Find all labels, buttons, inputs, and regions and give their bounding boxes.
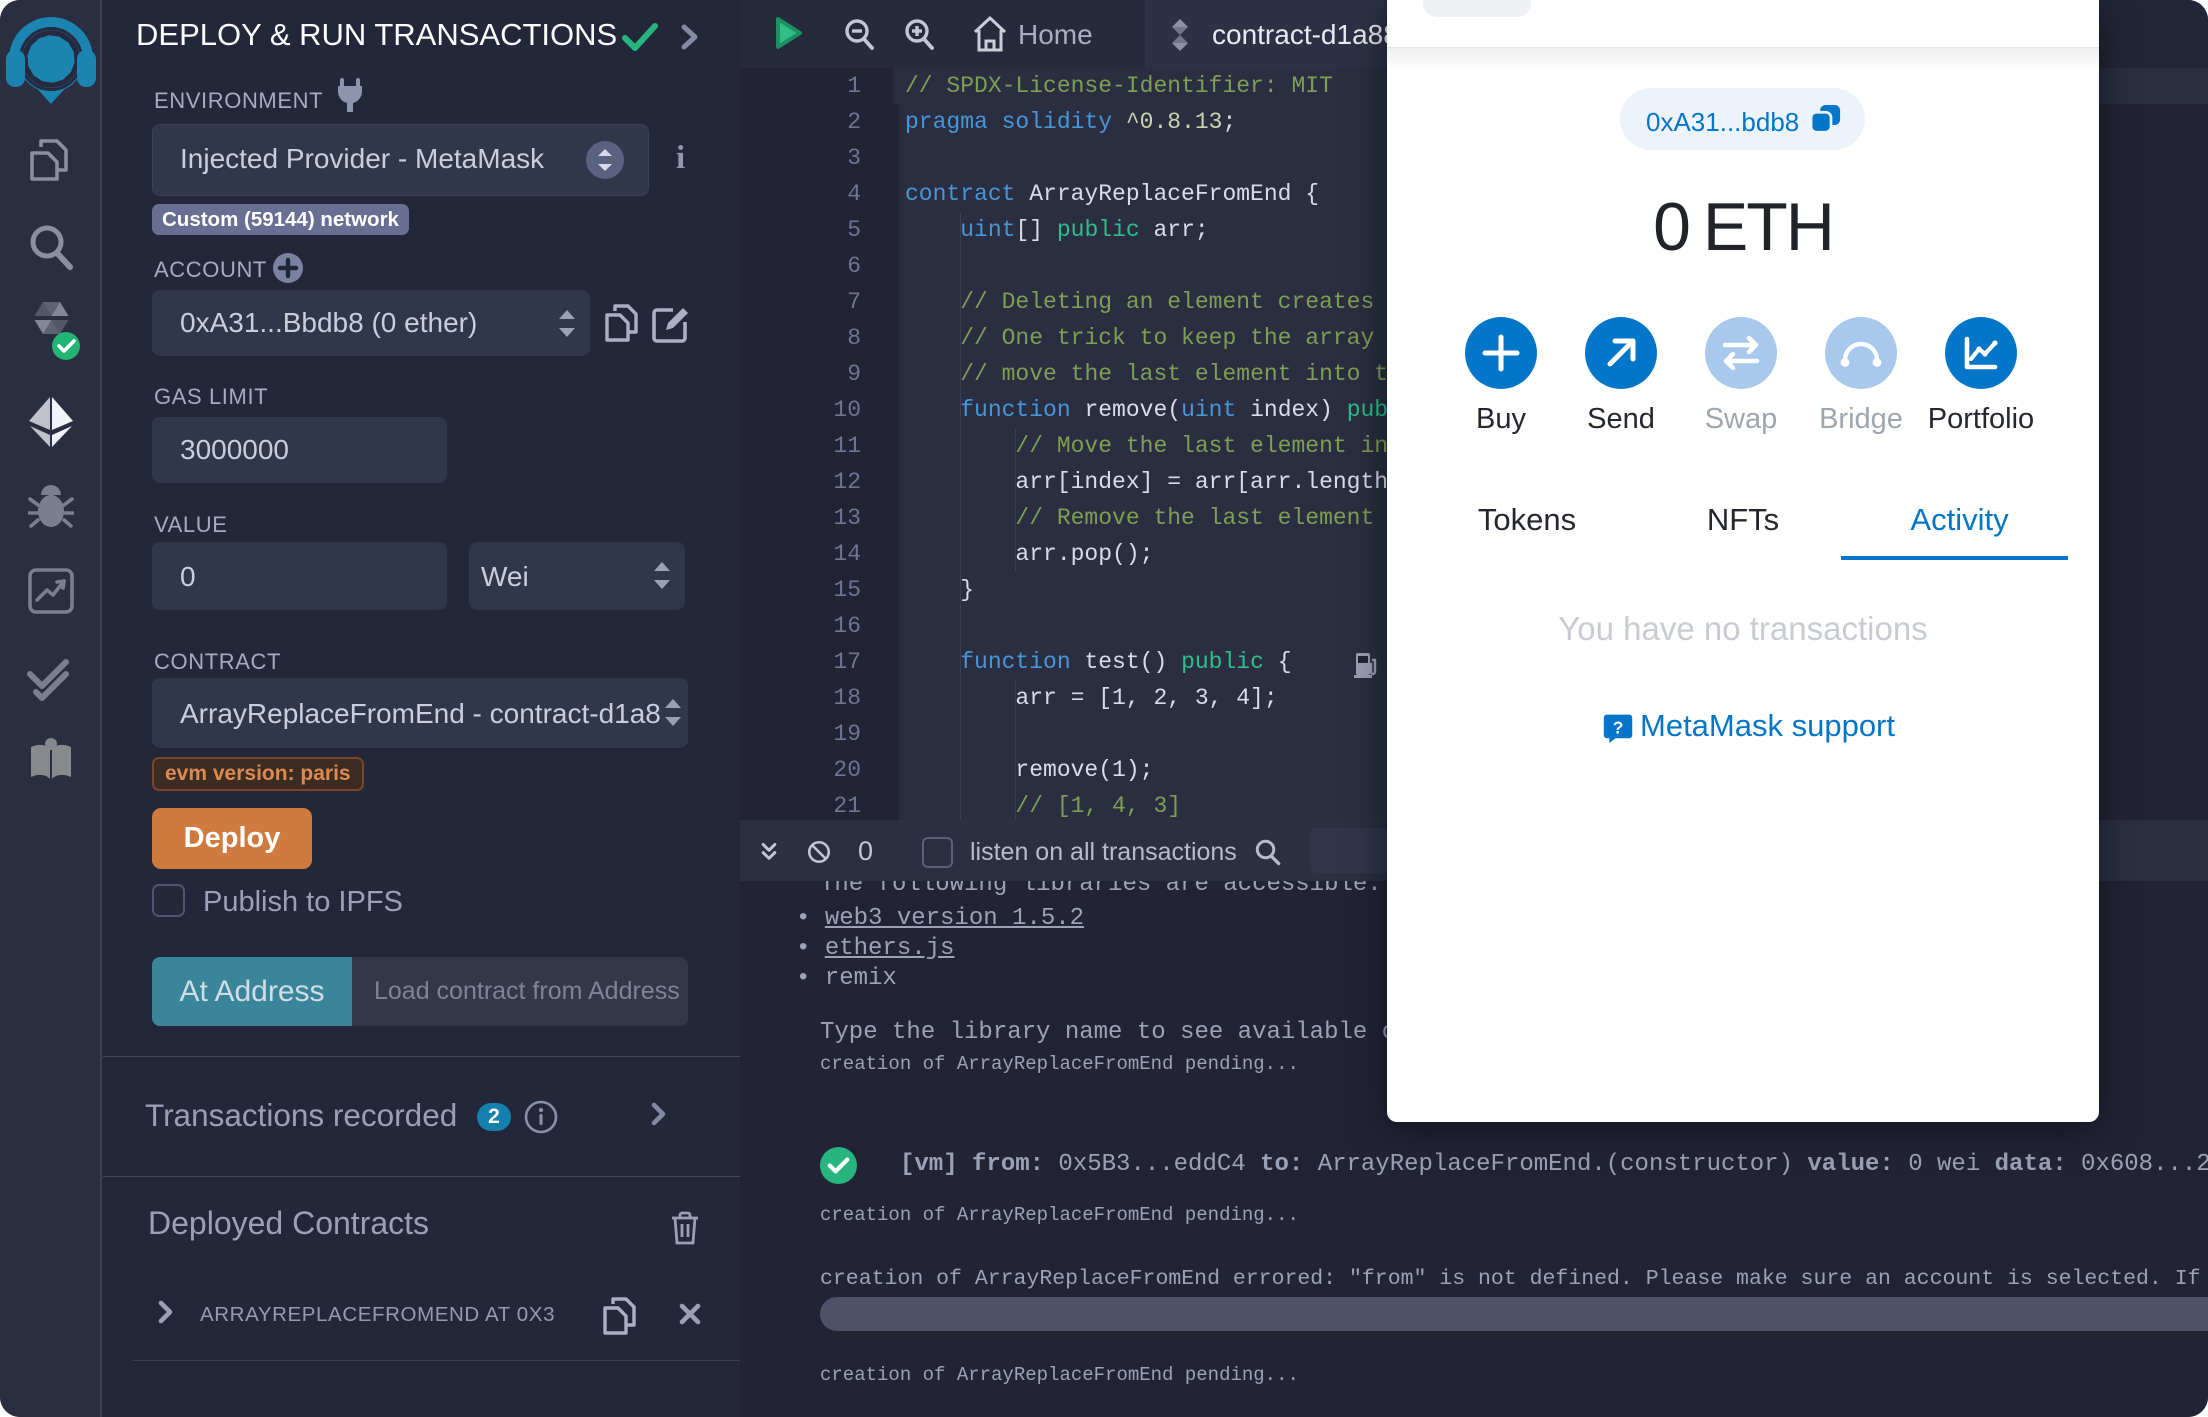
svg-text:?: ?: [1613, 718, 1624, 738]
